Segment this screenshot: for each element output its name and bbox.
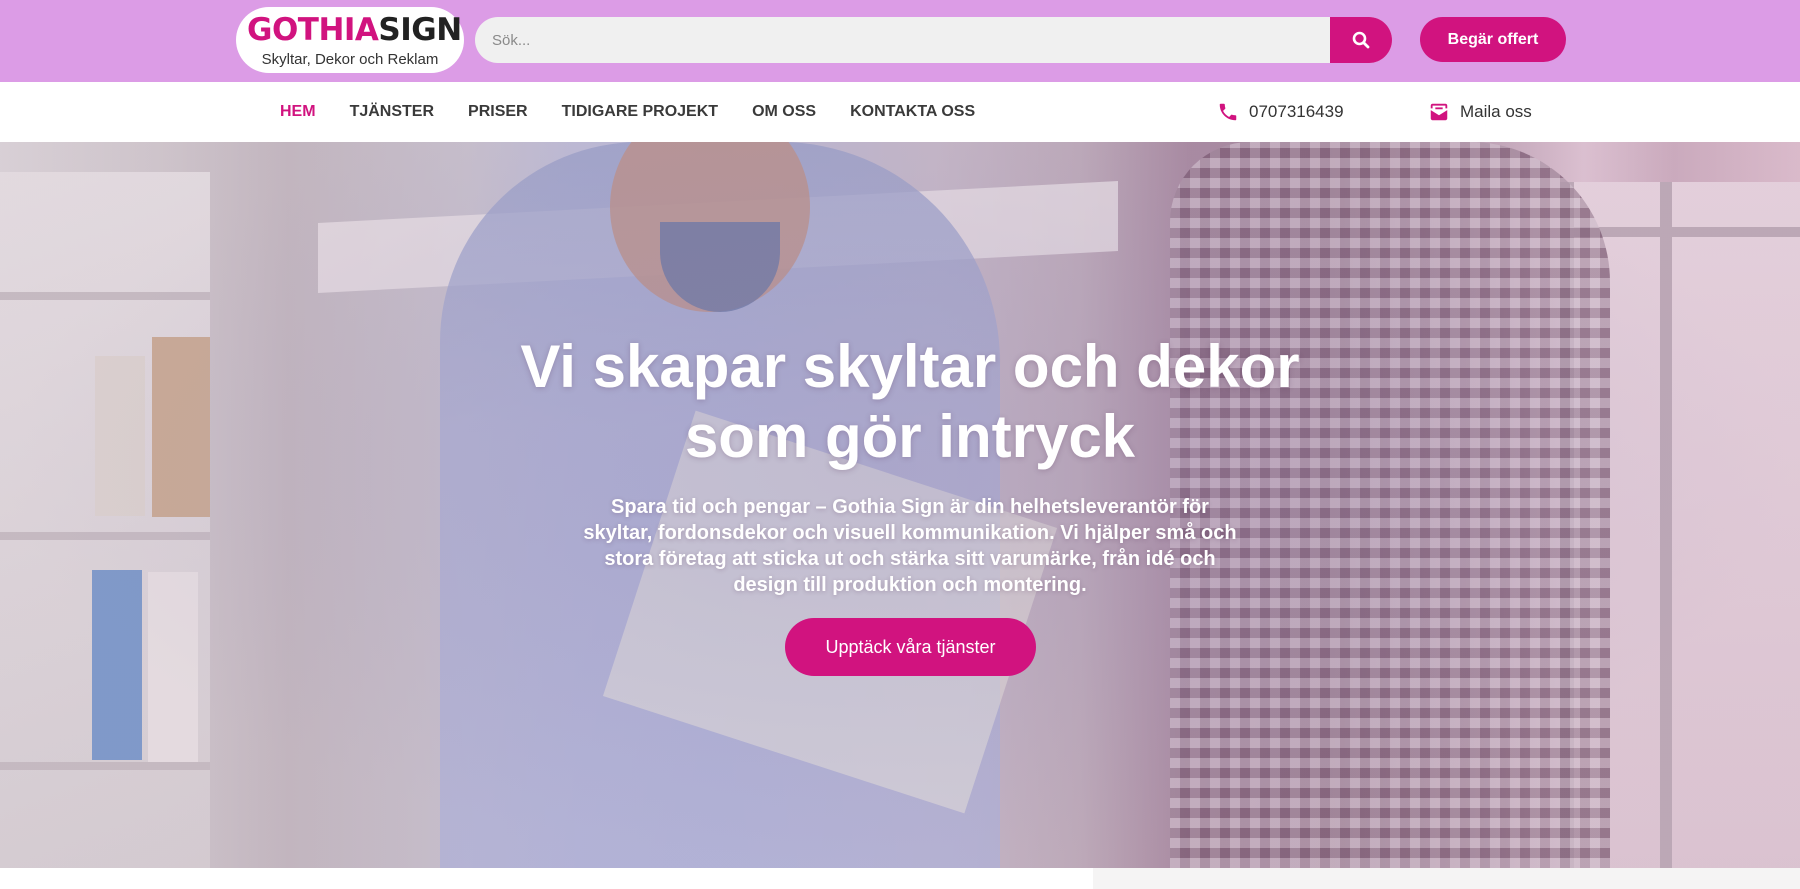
search-icon	[1352, 31, 1370, 49]
logo-tagline: Skyltar, Dekor och Reklam	[261, 51, 439, 68]
logo-word-gothia: GOTHIA	[247, 12, 379, 48]
hero-section: Vi skapar skyltar och dekor som gör intr…	[0, 142, 1800, 868]
mail-icon	[1430, 103, 1448, 121]
site-logo[interactable]: GOTHIASIGN Skyltar, Dekor och Reklam	[236, 7, 464, 73]
search-button[interactable]	[1330, 17, 1392, 63]
request-quote-button[interactable]: Begär offert	[1420, 17, 1566, 62]
top-bar: GOTHIASIGN Skyltar, Dekor och Reklam Beg…	[0, 0, 1800, 82]
search-bar	[475, 17, 1392, 63]
nav-item-hem[interactable]: HEM	[263, 103, 333, 121]
phone-number: 0707316439	[1249, 102, 1344, 121]
nav-menu: HEM TJÄNSTER PRISER TIDIGARE PROJEKT OM …	[263, 82, 992, 142]
next-section-edge-right	[1093, 868, 1800, 889]
logo-word-sign: SIGN	[378, 12, 462, 48]
phone-icon	[1219, 103, 1237, 121]
nav-item-om-oss[interactable]: OM OSS	[735, 103, 833, 121]
nav-item-kontakta-oss[interactable]: KONTAKTA OSS	[833, 103, 992, 121]
mail-label: Maila oss	[1460, 102, 1532, 121]
logo-wordmark: GOTHIASIGN	[247, 12, 462, 48]
search-input[interactable]	[475, 17, 1330, 63]
discover-services-button[interactable]: Upptäck våra tjänster	[785, 618, 1036, 676]
hero-content: Vi skapar skyltar och dekor som gör intr…	[0, 142, 1800, 868]
phone-link[interactable]: 0707316439	[1217, 82, 1344, 142]
nav-item-tidigare-projekt[interactable]: TIDIGARE PROJEKT	[545, 103, 735, 121]
hero-subtitle: Spara tid och pengar – Gothia Sign är di…	[583, 496, 1237, 596]
nav-item-tjanster[interactable]: TJÄNSTER	[333, 103, 451, 121]
main-navigation: HEM TJÄNSTER PRISER TIDIGARE PROJEKT OM …	[0, 82, 1800, 142]
hero-title: Vi skapar skyltar och dekor som gör intr…	[520, 333, 1300, 470]
nav-item-priser[interactable]: PRISER	[451, 103, 545, 121]
mail-link[interactable]: Maila oss	[1428, 82, 1532, 142]
